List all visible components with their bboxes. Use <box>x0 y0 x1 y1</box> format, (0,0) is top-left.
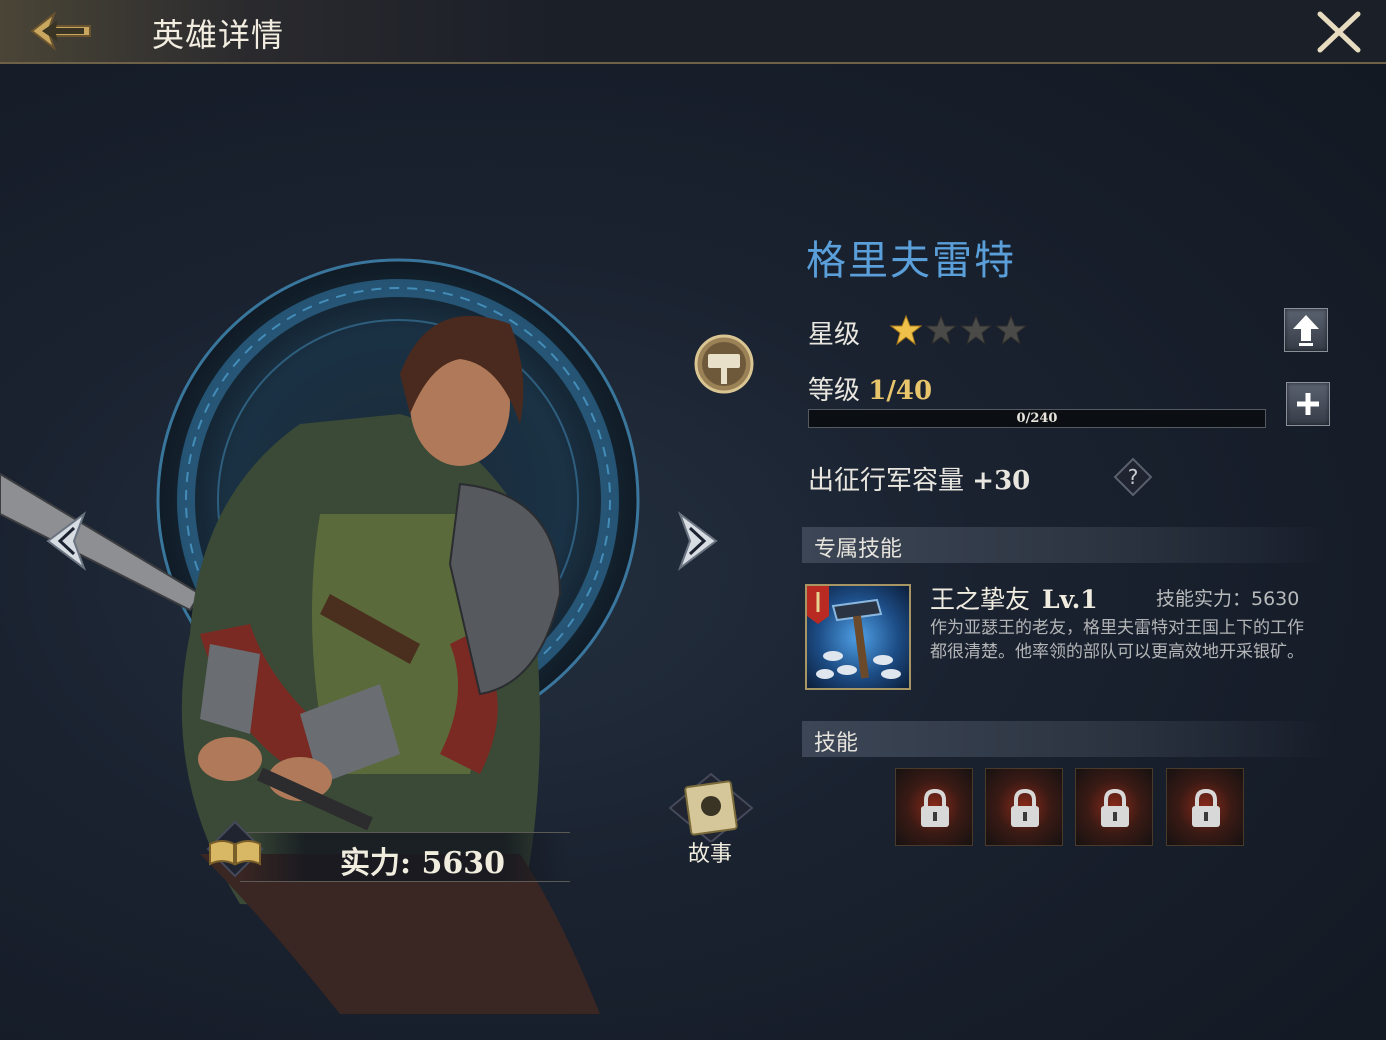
exclusive-skill-name-row: 王之挚友 Lv.1 <box>930 580 1098 616</box>
star-filled-icon <box>890 314 922 346</box>
plus-icon <box>1297 393 1319 415</box>
skills-header: 技能 <box>802 721 1332 757</box>
skill-slot-2[interactable] <box>985 768 1063 846</box>
question-mark-icon: ? <box>1113 457 1153 497</box>
exclusive-skill-title: 专属技能 <box>814 537 903 562</box>
march-capacity-row: 出征行军容量 +30 <box>808 460 1030 497</box>
svg-text:?: ? <box>1128 465 1139 489</box>
skills-title: 技能 <box>814 731 859 756</box>
march-capacity-value: +30 <box>972 466 1031 496</box>
add-exp-button[interactable] <box>1286 382 1330 426</box>
hero-name: 格里夫雷特 <box>806 238 1016 284</box>
chevron-left-icon <box>46 511 87 571</box>
star-empty-icon <box>995 314 1027 346</box>
lock-icon <box>1192 789 1220 827</box>
hammer-silver-icon <box>807 586 901 679</box>
hammer-icon <box>694 334 754 394</box>
back-button[interactable] <box>28 8 94 54</box>
help-button[interactable]: ? <box>1112 456 1154 498</box>
skill-slot-3[interactable] <box>1075 768 1153 846</box>
skill-slot-1[interactable] <box>895 768 973 846</box>
exclusive-skill-name: 王之挚友 <box>930 585 1031 614</box>
exclusive-skill-icon[interactable] <box>805 584 911 690</box>
hero-portrait-area <box>0 64 780 1040</box>
close-icon <box>1317 11 1361 53</box>
exp-progress-bar: 0/240 <box>808 409 1266 428</box>
top-bar: 英雄详情 <box>0 0 1386 64</box>
star-empty-icon <box>925 314 957 346</box>
previous-hero-button[interactable] <box>44 510 90 572</box>
story-book-icon <box>668 772 754 844</box>
level-row: 等级 1/40 <box>808 370 932 407</box>
exclusive-skill-header: 专属技能 <box>802 527 1332 563</box>
level-value: 1/40 <box>868 376 933 406</box>
next-hero-button[interactable] <box>674 510 720 572</box>
skill-slot-4[interactable] <box>1166 768 1244 846</box>
chevron-right-icon <box>677 511 718 571</box>
back-arrow-icon <box>30 11 91 51</box>
lock-icon <box>1101 789 1129 827</box>
level-label: 等级 <box>808 376 861 406</box>
hero-character-art <box>0 315 600 1014</box>
star-empty-icon <box>960 314 992 346</box>
star-level-label: 星级 <box>808 320 861 350</box>
exclusive-skill-level: Lv.1 <box>1042 585 1098 614</box>
open-book-icon <box>206 820 264 878</box>
exclusive-skill-description: 作为亚瑟王的老友，格里夫雷特对王国上下的工作都很清楚。他率领的部队可以更高效地开… <box>930 618 1304 662</box>
march-capacity-label: 出征行军容量 <box>808 466 965 496</box>
hero-power-value: 实力: 5630 <box>340 846 506 881</box>
exclusive-skill-power: 技能实力：5630 <box>1156 588 1300 610</box>
page-title: 英雄详情 <box>152 16 285 54</box>
lock-icon <box>1011 789 1039 827</box>
story-label: 故事 <box>688 842 733 867</box>
lock-icon <box>921 789 949 827</box>
exp-progress-text: 0/240 <box>1016 411 1058 426</box>
gathering-type-badge[interactable] <box>694 334 754 394</box>
star-upgrade-button[interactable] <box>1284 308 1328 352</box>
hero-book-button[interactable] <box>204 818 266 880</box>
close-button[interactable] <box>1316 10 1362 54</box>
up-arrow-icon <box>1293 315 1319 346</box>
